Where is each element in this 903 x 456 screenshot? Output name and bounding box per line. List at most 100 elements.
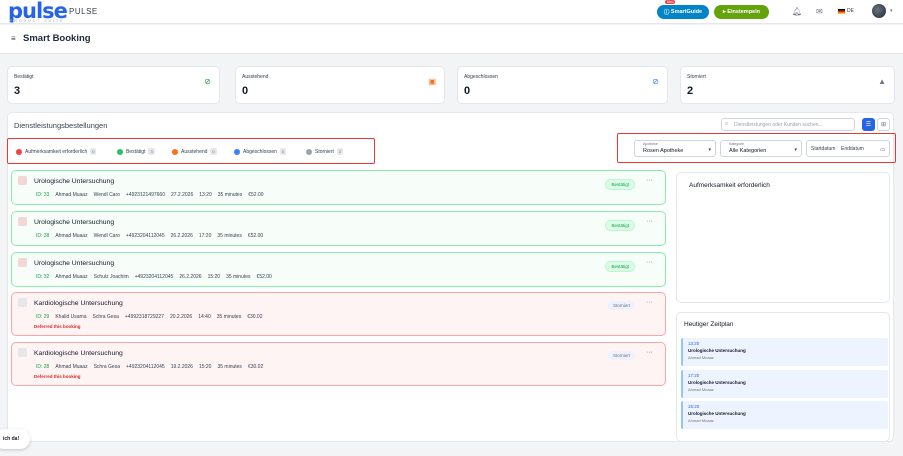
status-badge: Bestätigt	[605, 261, 635, 272]
language-label: DE	[847, 8, 854, 14]
service-image	[18, 217, 27, 226]
einstempeln-button[interactable]: ▸ Einstempeln	[714, 5, 769, 19]
legend-item-pending[interactable]: Ausstehend 0	[172, 148, 217, 155]
schedule-event[interactable]: 17:20 Urologische Untersuchung Ahmad Mua…	[681, 370, 888, 398]
german-flag-icon	[838, 8, 845, 14]
booking-date: 27.2.2026	[170, 192, 194, 198]
legend-label: Ausstehend	[181, 148, 208, 155]
more-options-icon[interactable]: ···	[646, 177, 653, 184]
booking-date: 26.2.2026	[170, 233, 193, 239]
list-view-button[interactable]: ☰	[862, 118, 875, 131]
category-select[interactable]: Kategorie Alle Kategorien ▾	[720, 140, 802, 157]
legend-label: Storniert	[315, 148, 334, 155]
booking-card[interactable]: Kardiologische Untersuchung ID: 28 Ahmad…	[11, 342, 666, 386]
booking-note: Deferred this booking	[34, 324, 81, 329]
legend-item-attention[interactable]: Aufmerksamkeit erforderlich 0	[16, 148, 97, 155]
check-circle-icon: ⊘	[204, 77, 211, 86]
booking-phone: +4923204112045	[125, 233, 165, 239]
status-dot	[117, 148, 123, 155]
more-options-icon[interactable]: ···	[646, 349, 653, 356]
event-person: Ahmad Muaaz	[688, 355, 714, 360]
legend-label: Abgeschlossen	[243, 148, 277, 155]
bell-icon[interactable]: 🔔︎	[792, 7, 802, 16]
legend-item-confirmed[interactable]: Bestätigt 3	[117, 148, 155, 155]
more-options-icon[interactable]: ···	[646, 299, 653, 306]
select-value: Rosen Apotheke	[643, 148, 684, 154]
legend-count: 0	[210, 148, 217, 155]
booking-meta: ID: 38 Ahmad Muaaz Wendl Caro +492320411…	[36, 233, 263, 239]
booking-card[interactable]: Kardiologische Untersuchung ID: 29 Khali…	[11, 292, 666, 336]
stat-card-completed: Abgeschlossen 0 ⊘	[457, 66, 668, 104]
legend-item-cancelled[interactable]: Storniert 2	[306, 148, 344, 155]
search-icon: ⌕	[725, 121, 729, 127]
pharmacy-select[interactable]: Apotheke Rosen Apotheke ▾	[634, 140, 716, 157]
einstempeln-label: Einstempeln	[727, 9, 760, 15]
help-icon: ⓘ	[663, 10, 671, 16]
booking-time: 13:20	[199, 192, 212, 198]
chevron-down-icon[interactable]: ▾	[890, 8, 893, 14]
user-avatar[interactable]	[872, 4, 886, 18]
booking-user: Ahmad Muaaz	[55, 364, 88, 370]
booking-id: ID: 28	[36, 364, 50, 370]
booking-price: €52.00	[247, 233, 264, 239]
chat-widget[interactable]: ich da!	[0, 429, 30, 449]
status-dot	[306, 148, 312, 155]
date-range-input[interactable]: Startdatum Enddatum ▭	[806, 140, 890, 157]
calendar-icon: ▭	[880, 147, 885, 153]
booking-card[interactable]: Urologische Untersuchung ID: 33 Ahmad Mu…	[11, 170, 666, 205]
booking-meta: ID: 32 Ahmad Muaaz Schulz Joachim +49232…	[36, 274, 272, 280]
booking-time: 17:20	[198, 233, 212, 239]
service-image	[18, 176, 27, 185]
legend-count: 3	[148, 148, 155, 155]
stat-value: 0	[464, 85, 471, 97]
more-options-icon[interactable]: ···	[646, 218, 653, 225]
page-title: Smart Booking	[23, 33, 91, 44]
booking-patient: Schra Gesa	[92, 314, 119, 320]
grid-view-button[interactable]: ⊞	[877, 118, 890, 131]
more-options-icon[interactable]: ···	[646, 259, 653, 266]
new-badge: Neu	[665, 0, 676, 4]
menu-icon[interactable]: ≡	[11, 34, 16, 43]
calendar-pending-icon: ▣	[428, 77, 436, 86]
search-placeholder: Dienstleistungen oder Kunden suchen...	[734, 122, 823, 128]
stat-label: Storniert	[687, 74, 706, 80]
booking-id: ID: 32	[36, 274, 50, 280]
legend-item-completed[interactable]: Abgeschlossen 0	[234, 148, 287, 155]
smartguide-button[interactable]: ⓘ SmartGuide	[657, 5, 709, 19]
booking-date: 26.2.2026	[179, 274, 202, 280]
booking-phone: +4992318729227	[124, 314, 164, 320]
smartguide-label: SmartGuide	[670, 9, 703, 15]
booking-patient: Schra Gesa	[93, 364, 120, 370]
booking-user: Ahmad Muaaz	[55, 233, 88, 239]
pulse-logo[interactable]: pulse	[8, 1, 68, 22]
schedule-event[interactable]: 13:20 Urologische Untersuchung Ahmad Mua…	[681, 338, 888, 366]
booking-meta: ID: 28 Ahmad Muaaz Schra Gesa +492320411…	[36, 364, 263, 370]
booking-id: ID: 33	[36, 192, 50, 198]
booking-card[interactable]: Urologische Untersuchung ID: 38 Ahmad Mu…	[11, 211, 666, 246]
service-image	[18, 348, 27, 357]
booking-id: ID: 29	[36, 314, 50, 320]
booking-time: 14:40	[198, 314, 211, 320]
language-selector[interactable]: DE	[838, 8, 854, 14]
booking-patient: Wendl Caro	[93, 233, 120, 239]
event-person: Ahmad Muaaz	[688, 387, 714, 392]
stat-value: 2	[687, 85, 694, 97]
status-dot	[172, 148, 178, 155]
booking-phone: +4923121497660	[125, 192, 165, 198]
booking-price: €30.02	[247, 314, 263, 320]
status-badge: Bestätigt	[605, 179, 635, 190]
attention-panel-title: Aufmerksamkeit erforderlich	[689, 182, 770, 189]
search-input[interactable]: ⌕ Dienstleistungen oder Kunden suchen...	[721, 118, 855, 131]
booking-price: €52.00	[256, 274, 272, 280]
booking-card[interactable]: Urologische Untersuchung ID: 32 Ahmad Mu…	[11, 252, 666, 287]
mail-icon[interactable]: ✉	[816, 7, 823, 16]
schedule-event[interactable]: 15:20 Urologische Untersuchung Ahmad Mua…	[681, 401, 888, 429]
chevron-down-icon: ▾	[708, 147, 711, 153]
status-dot	[234, 148, 240, 155]
status-badge: Bestätigt	[605, 220, 635, 231]
service-image	[18, 298, 27, 307]
booking-title: Urologische Untersuchung	[34, 260, 115, 267]
booking-price: €52.00	[248, 192, 264, 198]
booking-price: €30.02	[247, 364, 264, 370]
booking-patient: Wendl Caro	[93, 192, 120, 198]
